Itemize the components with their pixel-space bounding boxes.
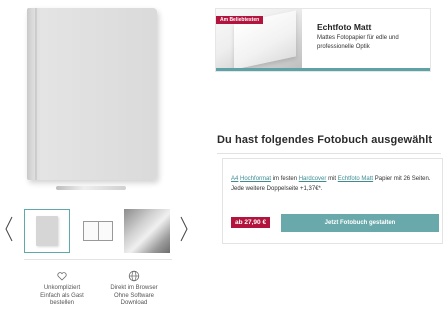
banner-accent-bar (216, 68, 430, 71)
format-link[interactable]: A4 (231, 176, 238, 182)
photobook-cover-image (27, 8, 157, 180)
thumbnail-open-book[interactable] (75, 209, 121, 253)
feature-line: Direkt im Browser (110, 285, 158, 291)
selection-summary: A4 Hochformat im festen Hardcover mit Ec… (222, 158, 443, 244)
paper-banner[interactable]: Am Beliebtesten Echtfoto Matt Mattes Fot… (215, 8, 431, 72)
closed-book-icon (36, 216, 58, 246)
popular-badge: Am Beliebtesten (216, 16, 264, 24)
divider (24, 259, 172, 260)
orientation-link[interactable]: Hochformat (240, 176, 271, 182)
globe-icon (128, 270, 140, 282)
chevron-left-icon[interactable] (3, 215, 15, 243)
feature-guest-order: Unkompliziert Einfach als Gast bestellen (27, 270, 97, 308)
thumbnail-photo[interactable] (124, 209, 170, 253)
feature-line: Unkompliziert (43, 285, 81, 291)
open-book-icon (83, 221, 113, 241)
pen-image (56, 186, 126, 190)
banner-description: Mattes Fotopapier für edle und professio… (317, 35, 399, 50)
feature-line: Einfach als Gast (40, 292, 84, 299)
price-badge: ab 27,90 € (231, 217, 271, 228)
summary-text-part: mit (328, 176, 337, 182)
heart-hand-icon (57, 272, 67, 281)
paper-link[interactable]: Echtfoto Matt (338, 176, 373, 182)
summary-text-part: im festen (272, 176, 298, 182)
feature-browser: Direkt im Browser Ohne Software Download (99, 270, 169, 308)
thumbnail-cover[interactable] (24, 209, 70, 253)
product-image (0, 0, 210, 200)
banner-title: Echtfoto Matt (317, 22, 372, 32)
feature-line: Download (120, 300, 148, 306)
divider (217, 153, 441, 154)
chevron-right-icon[interactable] (178, 215, 190, 243)
feature-line: Ohne Software (113, 292, 155, 299)
cover-link[interactable]: Hardcover (299, 176, 327, 182)
feature-line: bestellen (49, 300, 75, 306)
summary-text: A4 Hochformat im festen Hardcover mit Ec… (231, 175, 439, 194)
thumbnail-carousel (0, 207, 196, 260)
photo-thumbnail-image (124, 209, 170, 253)
section-heading: Du hast folgendes Fotobuch ausgewählt (217, 134, 433, 146)
design-photobook-button[interactable]: Jetzt Fotobuch gestalten (281, 214, 439, 232)
